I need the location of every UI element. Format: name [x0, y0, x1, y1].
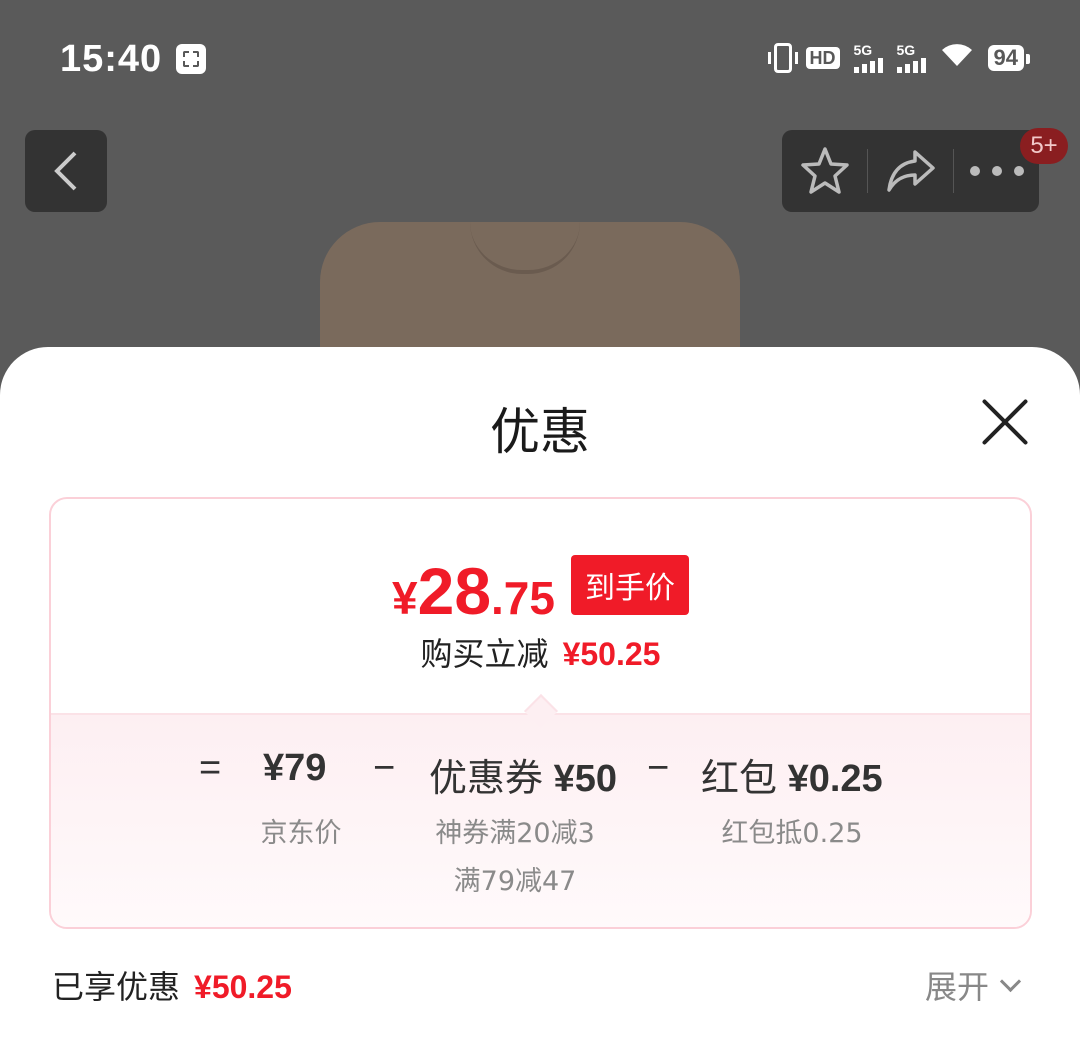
chevron-down-icon [999, 970, 1022, 992]
final-price-row: ¥ 28 .75 到手价 [51, 553, 1030, 629]
instant-saving: 购买立减 ¥50.25 [420, 635, 661, 673]
nav-tools [782, 130, 1039, 212]
coupon-detail-2: 满79减47 [453, 866, 577, 897]
notification-badge: 5+ [1020, 128, 1068, 164]
sheet-title: 优惠 [490, 403, 590, 461]
enjoyed-discount: 已享优惠 ¥50.25 [52, 968, 292, 1006]
status-icons: HD 5G 5G 94 [767, 42, 1031, 74]
equals-sign: = [199, 747, 222, 789]
share-icon [886, 150, 935, 192]
close-button[interactable] [978, 395, 1032, 449]
star-icon [800, 147, 849, 194]
minus-sign: − [647, 747, 670, 789]
minus-sign: − [373, 747, 396, 789]
share-button[interactable] [868, 130, 953, 212]
redpacket-detail: 红包抵0.25 [721, 818, 863, 849]
favorite-button[interactable] [782, 130, 867, 212]
hd-voice-icon: HD [805, 47, 840, 69]
final-price: ¥ 28 .75 [392, 554, 555, 628]
signal-2-icon: 5G [896, 43, 926, 73]
more-icon [969, 166, 1024, 176]
jd-price-label: 京东价 [260, 818, 342, 849]
redpacket-value: 红包 ¥0.25 [701, 758, 883, 800]
final-price-tag: 到手价 [570, 555, 689, 615]
expand-button[interactable]: 展开 [925, 962, 1022, 1008]
status-bar: 15:40 HD 5G 5G 94 [0, 0, 1080, 120]
signal-1-icon: 5G [853, 43, 883, 73]
status-time: 15:40 [60, 38, 163, 80]
coupon-detail-1: 神券满20减3 [435, 818, 595, 849]
chevron-left-icon [54, 151, 77, 191]
battery-icon: 94 [987, 45, 1031, 71]
price-card: ¥ 28 .75 到手价 购买立减 ¥50.25 = ¥79 − 优惠券 ¥50 … [49, 497, 1032, 929]
back-button[interactable] [25, 130, 107, 212]
vibrate-icon [767, 43, 798, 73]
screenshot-icon [176, 44, 206, 74]
coupon-value: 优惠券 ¥50 [429, 758, 617, 800]
discount-sheet: 优惠 ¥ 28 .75 到手价 购买立减 ¥50.25 = ¥79 − 优惠券 ¥… [0, 347, 1080, 1048]
wifi-icon [940, 42, 974, 74]
jd-price-value: ¥79 [263, 747, 327, 789]
price-breakdown: = ¥79 − 优惠券 ¥50 − 红包 ¥0.25 京东价 神券满20减3 满… [51, 713, 1030, 927]
